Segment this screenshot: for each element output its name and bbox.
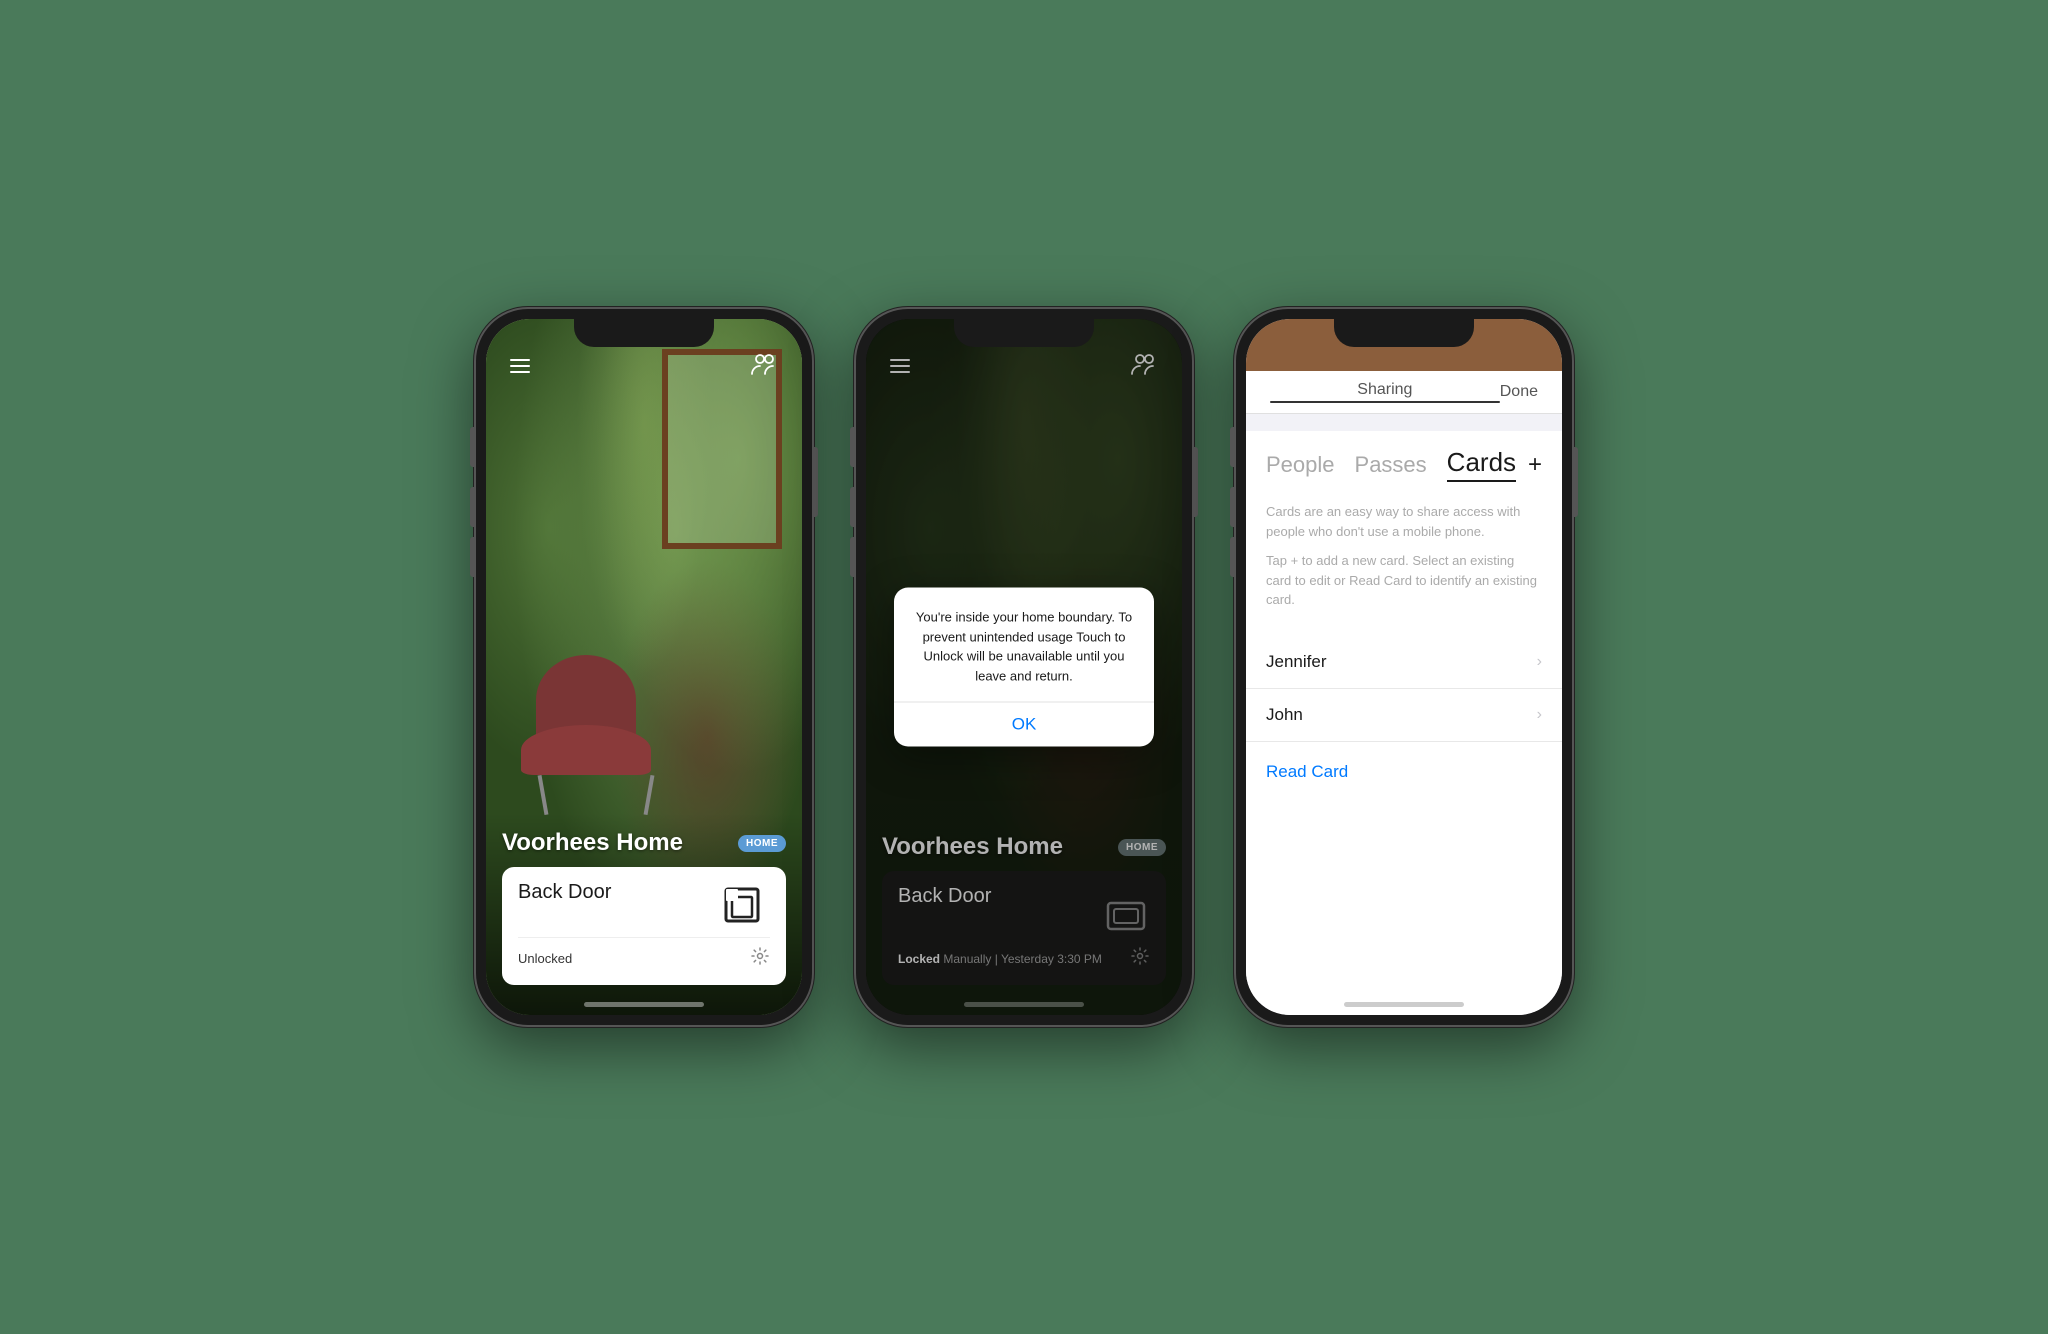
phone3-content: People Passes Cards + Cards are an easy … — [1246, 431, 1562, 1015]
gear-icon[interactable] — [750, 946, 770, 971]
list-item-john[interactable]: John › — [1246, 689, 1562, 742]
list-item-jennifer[interactable]: Jennifer › — [1246, 636, 1562, 689]
notch-1 — [574, 319, 714, 347]
phone2-background: You're inside your home boundary. To pre… — [866, 319, 1182, 1015]
read-card-section[interactable]: Read Card — [1246, 746, 1562, 798]
dialog-content: You're inside your home boundary. To pre… — [894, 588, 1154, 702]
sharing-tab[interactable]: Sharing — [1270, 381, 1500, 403]
door-card-bottom: Unlocked — [518, 937, 770, 971]
home-indicator-2[interactable] — [964, 1002, 1084, 1007]
door-card-top: Back Door — [518, 881, 770, 929]
phone1-bottom: Voorhees Home HOME Back Door — [486, 813, 802, 1015]
dialog-ok-button[interactable]: OK — [894, 703, 1154, 747]
cards-description: Cards are an easy way to share access wi… — [1246, 490, 1562, 636]
john-label: John — [1266, 705, 1303, 725]
tab-row: People Passes Cards + — [1246, 431, 1562, 490]
read-card-label: Read Card — [1266, 762, 1348, 781]
home-indicator-3[interactable] — [1344, 1002, 1464, 1007]
phone1-background: Voorhees Home HOME Back Door — [486, 319, 802, 1015]
door-card[interactable]: Back Door Unlocked — [502, 867, 786, 985]
home-badge: HOME — [738, 835, 786, 852]
done-button[interactable]: Done — [1500, 383, 1538, 401]
notch-3 — [1334, 319, 1474, 347]
phone3-nav: Sharing Done — [1246, 371, 1562, 414]
hamburger-button[interactable] — [510, 359, 530, 373]
unlock-icon — [722, 881, 770, 929]
sharing-label: Sharing — [1357, 381, 1412, 398]
dialog-message: You're inside your home boundary. To pre… — [914, 608, 1134, 686]
tab-people[interactable]: People — [1266, 452, 1335, 478]
location-name: Voorhees Home — [502, 829, 683, 857]
sharing-underline — [1270, 401, 1500, 403]
phone-3: Sharing Done People Passes Cards + Cards… — [1234, 307, 1574, 1027]
phone-1: Voorhees Home HOME Back Door — [474, 307, 814, 1027]
phone3-background: Sharing Done People Passes Cards + Cards… — [1246, 319, 1562, 1015]
description-line2: Tap + to add a new card. Select an exist… — [1266, 551, 1542, 610]
dialog-box: You're inside your home boundary. To pre… — [894, 588, 1154, 747]
chevron-jennifer: › — [1537, 653, 1542, 671]
door-status: Unlocked — [518, 951, 572, 966]
door-name: Back Door — [518, 881, 611, 904]
status-bar-1 — [486, 351, 802, 381]
jennifer-label: Jennifer — [1266, 652, 1326, 672]
notch-2 — [954, 319, 1094, 347]
description-line1: Cards are an easy way to share access wi… — [1266, 502, 1542, 541]
chevron-john: › — [1537, 706, 1542, 724]
add-card-button[interactable]: + — [1528, 451, 1542, 479]
tab-cards[interactable]: Cards — [1447, 447, 1516, 482]
tab-passes[interactable]: Passes — [1355, 452, 1427, 478]
hamburger-icon — [510, 359, 530, 373]
chair-leg-right — [644, 775, 655, 815]
phone-2: You're inside your home boundary. To pre… — [854, 307, 1194, 1027]
home-indicator-1[interactable] — [584, 1002, 704, 1007]
location-row: Voorhees Home HOME — [502, 829, 786, 857]
people-icon[interactable] — [750, 350, 778, 383]
chair — [516, 655, 676, 815]
chair-leg-left — [538, 775, 549, 815]
chair-seat — [521, 725, 651, 775]
